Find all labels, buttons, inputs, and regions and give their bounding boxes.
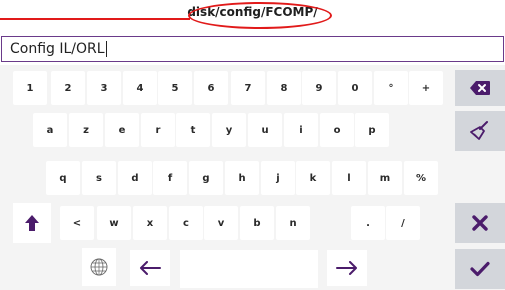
key-i[interactable]: i: [284, 113, 318, 147]
arrow-left-icon: [140, 261, 161, 275]
shift-button[interactable]: [13, 203, 51, 243]
backspace-button[interactable]: [455, 70, 505, 106]
key-k[interactable]: k: [296, 161, 330, 195]
key-period[interactable]: .: [351, 206, 385, 240]
key-9[interactable]: 9: [302, 71, 336, 105]
key-s[interactable]: s: [82, 161, 116, 195]
language-button[interactable]: [82, 248, 116, 286]
backspace-icon: [470, 81, 490, 95]
key-y[interactable]: y: [212, 113, 246, 147]
input-value: Config IL/ORL: [10, 41, 105, 57]
space-bar[interactable]: [180, 250, 318, 288]
text-caret: [105, 41, 107, 57]
key-less-than[interactable]: <: [60, 206, 94, 240]
key-7[interactable]: 7: [231, 71, 265, 105]
clear-button[interactable]: [455, 111, 505, 151]
key-w[interactable]: w: [97, 206, 131, 240]
broom-clear-icon: [470, 121, 488, 140]
close-x-icon: [472, 215, 488, 231]
key-j[interactable]: j: [261, 161, 295, 195]
key-h[interactable]: h: [225, 161, 259, 195]
globe-icon: [90, 258, 108, 276]
key-a[interactable]: a: [33, 113, 67, 147]
key-q[interactable]: q: [46, 161, 80, 195]
key-percent[interactable]: %: [404, 161, 438, 195]
title-bar: disk/config/FCOMP/: [0, 0, 505, 32]
key-slash[interactable]: /: [386, 206, 420, 240]
key-plus[interactable]: +: [409, 71, 443, 105]
key-o[interactable]: o: [320, 113, 354, 147]
arrow-right-icon: [336, 261, 357, 275]
text-input-field[interactable]: Config IL/ORL: [1, 36, 504, 62]
key-2[interactable]: 2: [51, 71, 85, 105]
key-6[interactable]: 6: [194, 71, 228, 105]
key-r[interactable]: r: [141, 113, 175, 147]
annotation-ellipse: [188, 2, 332, 29]
cursor-right-button[interactable]: [327, 250, 367, 286]
key-e[interactable]: e: [105, 113, 139, 147]
key-l[interactable]: l: [332, 161, 366, 195]
key-0[interactable]: 0: [338, 71, 372, 105]
key-t[interactable]: t: [176, 113, 210, 147]
key-3[interactable]: 3: [87, 71, 121, 105]
close-button[interactable]: [455, 203, 505, 243]
shift-up-arrow-icon: [25, 215, 39, 231]
virtual-keyboard: 1 2 3 4 5 6 7 8 9 0 ° + a z e r t y u i …: [0, 65, 505, 290]
key-v[interactable]: v: [204, 206, 238, 240]
key-x[interactable]: x: [133, 206, 167, 240]
key-5[interactable]: 5: [158, 71, 192, 105]
cursor-left-button[interactable]: [130, 250, 170, 286]
annotation-pointer-line: [0, 18, 190, 20]
keyboard-dialog: disk/config/FCOMP/ Config IL/ORL 1 2 3 4…: [0, 0, 505, 290]
key-1[interactable]: 1: [13, 71, 47, 105]
checkmark-icon: [470, 261, 490, 277]
key-z[interactable]: z: [69, 113, 103, 147]
key-n[interactable]: n: [276, 206, 310, 240]
key-b[interactable]: b: [240, 206, 274, 240]
key-f[interactable]: f: [153, 161, 187, 195]
key-g[interactable]: g: [189, 161, 223, 195]
key-p[interactable]: p: [355, 113, 389, 147]
key-d[interactable]: d: [118, 161, 152, 195]
key-c[interactable]: c: [169, 206, 203, 240]
key-u[interactable]: u: [248, 113, 282, 147]
key-m[interactable]: m: [368, 161, 402, 195]
key-8[interactable]: 8: [267, 71, 301, 105]
key-degree[interactable]: °: [374, 71, 408, 105]
confirm-button[interactable]: [455, 249, 505, 289]
key-4[interactable]: 4: [123, 71, 157, 105]
